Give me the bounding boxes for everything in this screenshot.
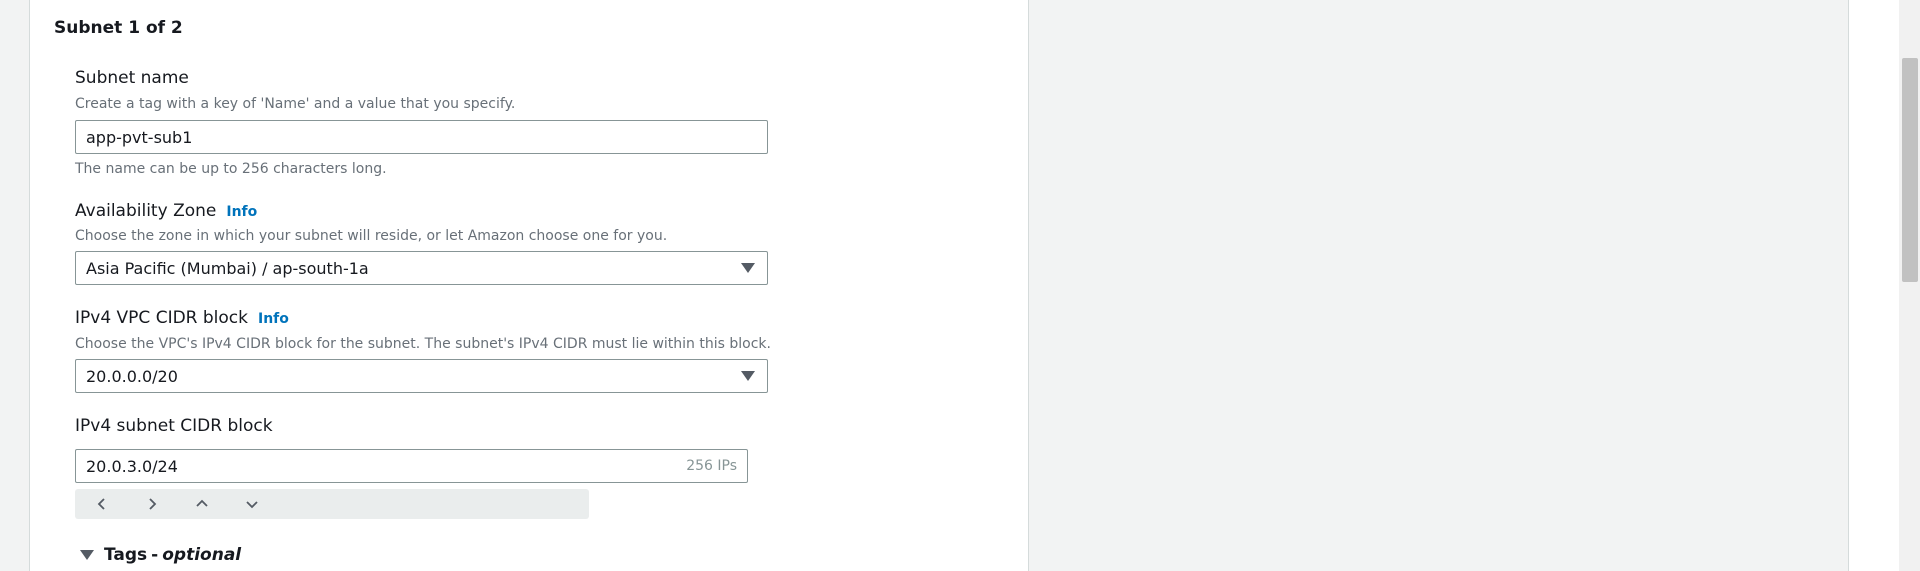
availability-zone-label-text: Availability Zone [75, 201, 217, 221]
vpc-cidr-info-link[interactable]: Info [258, 311, 289, 327]
chevron-left-icon[interactable] [89, 491, 115, 517]
subnet-cidr-value: 20.0.3.0/24 [86, 456, 178, 476]
vpc-cidr-label-text: IPv4 VPC CIDR block [75, 308, 248, 328]
cidr-stepper-bar [75, 489, 589, 519]
vpc-cidr-description: Choose the VPC's IPv4 CIDR block for the… [75, 336, 771, 352]
tags-optional: optional [162, 545, 242, 565]
availability-zone-selected: Asia Pacific (Mumbai) / ap-south-1a [86, 258, 369, 278]
subnet-name-input[interactable]: app-pvt-sub1 [75, 120, 768, 154]
subnet-name-description: Create a tag with a key of 'Name' and a … [75, 96, 516, 112]
tags-dash: - [151, 545, 159, 565]
caret-down-icon [741, 263, 755, 273]
availability-zone-label: Availability Zone Info [75, 201, 257, 221]
subnet-cidr-input[interactable]: 20.0.3.0/24 256 IPs [75, 449, 748, 483]
vpc-cidr-selected: 20.0.0.0/20 [86, 366, 178, 386]
availability-zone-info-link[interactable]: Info [226, 204, 257, 220]
subnet-cidr-ip-count: 256 IPs [686, 458, 737, 474]
vpc-cidr-label: IPv4 VPC CIDR block Info [75, 308, 289, 328]
subnet-name-label: Subnet name [75, 68, 189, 88]
caret-down-icon [80, 550, 94, 560]
tags-expander[interactable]: Tags - optional [80, 545, 241, 565]
chevron-down-icon[interactable] [239, 491, 265, 517]
vpc-cidr-select[interactable]: 20.0.0.0/20 [75, 359, 768, 393]
tags-label: Tags [104, 545, 148, 565]
availability-zone-description: Choose the zone in which your subnet wil… [75, 228, 668, 244]
caret-down-icon [741, 371, 755, 381]
availability-zone-select[interactable]: Asia Pacific (Mumbai) / ap-south-1a [75, 251, 768, 285]
chevron-right-icon[interactable] [139, 491, 165, 517]
subnet-cidr-label: IPv4 subnet CIDR block [75, 416, 273, 436]
subnet-name-hint: The name can be up to 256 characters lon… [75, 161, 387, 177]
page-left-margin [0, 0, 29, 571]
side-panel-background [1030, 0, 1848, 571]
subnet-name-value: app-pvt-sub1 [86, 127, 193, 147]
subnet-title: Subnet 1 of 2 [54, 18, 183, 38]
scrollbar-thumb[interactable] [1902, 58, 1918, 282]
chevron-up-icon[interactable] [189, 491, 215, 517]
